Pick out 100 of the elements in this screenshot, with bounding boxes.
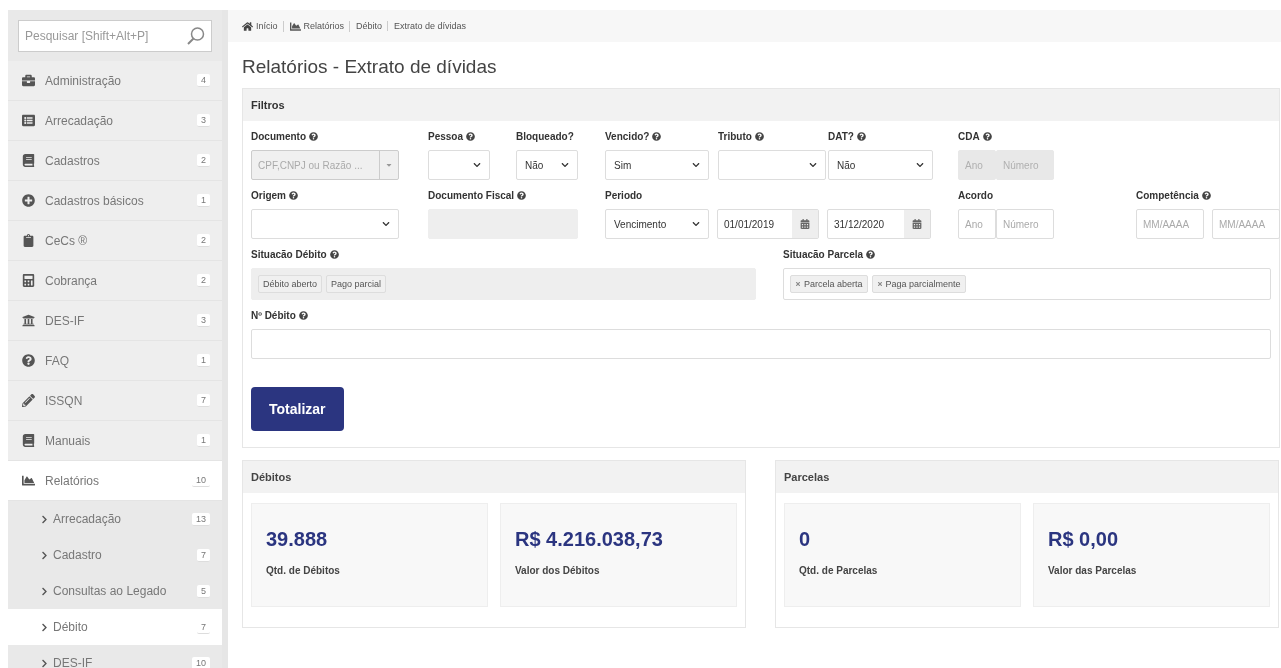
count-badge: 10 [192, 656, 210, 668]
sidebar-subitem[interactable]: DES-IF 10 [8, 645, 222, 668]
label-text: Documento [251, 131, 306, 142]
chevron-icon [692, 220, 700, 228]
help-icon[interactable] [754, 132, 764, 141]
close-icon[interactable] [795, 281, 801, 287]
tag-label: Débito aberto [263, 279, 318, 289]
count-badge: 3 [197, 114, 210, 127]
clipboard-icon [22, 234, 35, 247]
pencil-icon [22, 394, 35, 407]
help-icon [22, 354, 35, 367]
help-icon[interactable] [652, 132, 662, 141]
label-text: Documento Fiscal [428, 190, 515, 201]
chevron-icon [40, 550, 49, 560]
select-field[interactable] [428, 150, 490, 180]
sidebar-item[interactable]: Administração 4 [8, 61, 222, 101]
stat-label: Valor dos Débitos [515, 565, 601, 576]
count-badge: 7 [197, 394, 210, 407]
bank-icon [22, 314, 35, 327]
input-field[interactable]: Número [996, 209, 1054, 239]
stat-label: Qtd. de Parcelas [799, 565, 879, 576]
count-badge: 2 [197, 234, 210, 247]
sidebar-item[interactable]: DES-IF 3 [8, 301, 222, 341]
input-field[interactable]: MM/AAAA [1212, 209, 1280, 239]
select-field[interactable]: Não [516, 150, 578, 180]
date-field[interactable]: 31/12/2020 [827, 209, 931, 239]
help-icon[interactable] [466, 132, 476, 141]
breadcrumb-link[interactable]: Relatórios [289, 20, 351, 32]
chevron-icon [40, 622, 49, 632]
sidebar-item[interactable]: Manuais 1 [8, 421, 222, 461]
sidebar-subitem[interactable]: Consultas ao Legado 5 [8, 573, 222, 609]
help-icon[interactable] [1201, 191, 1211, 200]
date-field[interactable]: 01/01/2019 [717, 209, 819, 239]
select-field[interactable]: Vencimento [605, 209, 709, 239]
search-field[interactable]: Pesquisar [Shift+Alt+P] [18, 20, 212, 52]
help-icon[interactable] [298, 311, 308, 320]
sidebar-subitem[interactable]: Cadastro 7 [8, 537, 222, 573]
tag-field[interactable]: Parcela aberta Paga parcialmente [783, 268, 1271, 300]
count-badge: 3 [197, 314, 210, 327]
chevron-icon [809, 161, 817, 169]
chevron-icon [40, 658, 49, 668]
breadcrumb-link[interactable]: Débito [356, 21, 389, 31]
sidebar-item[interactable]: CeCs ® 2 [8, 221, 222, 261]
combo-placeholder: CPF,CNPJ ou Razão ... [257, 159, 364, 171]
label-text: Situacão Parcela [783, 249, 864, 260]
select-field[interactable]: Sim [605, 150, 709, 180]
help-icon[interactable] [309, 132, 318, 141]
help-icon[interactable] [289, 191, 298, 200]
count-badge: 7 [197, 548, 210, 562]
input-field[interactable] [251, 329, 1271, 359]
totalize-button[interactable]: Totalizar [251, 387, 344, 431]
label-text: Competência [1136, 190, 1199, 201]
select-field[interactable] [718, 150, 826, 180]
label-text: DAT? [828, 131, 854, 142]
sidebar-item[interactable]: FAQ 1 [8, 341, 222, 381]
calculator-icon [22, 274, 35, 287]
label-text: Pessoa [428, 131, 464, 142]
input-field[interactable]: Ano [958, 209, 996, 239]
chevron-icon [916, 161, 924, 169]
count-badge: 2 [197, 274, 210, 287]
sidebar-item[interactable]: Cobrança 2 [8, 261, 222, 301]
help-icon[interactable] [856, 132, 866, 141]
count-badge: 10 [192, 474, 210, 487]
count-badge: 1 [197, 354, 210, 367]
count-badge: 13 [192, 512, 210, 526]
panel-title: Filtros [243, 89, 1279, 121]
close-icon[interactable] [876, 281, 883, 287]
briefcase-icon [22, 74, 35, 87]
breadcrumb-link[interactable]: Extrato de dívidas [394, 21, 472, 31]
label-text: Bloqueado? [516, 131, 574, 142]
calendar-icon[interactable] [792, 210, 818, 238]
calendar-icon[interactable] [904, 210, 930, 238]
sidebar-subitem[interactable]: Arrecadação 13 [8, 501, 222, 537]
select-field[interactable]: Não [828, 150, 933, 180]
count-badge: 4 [197, 74, 210, 87]
stat-label: Valor das Parcelas [1048, 565, 1138, 576]
select-field[interactable] [251, 209, 399, 239]
label-text: Acordo [958, 190, 993, 201]
label-text: Origem [251, 190, 286, 201]
help-icon[interactable] [866, 250, 876, 259]
sidebar-item[interactable]: Cadastros básicos 1 [8, 181, 222, 221]
breadcrumb-link[interactable]: Início [242, 20, 284, 32]
input-field[interactable]: MM/AAAA [1136, 209, 1204, 239]
label-text: Nº Débito [251, 310, 296, 321]
label-text: Periodo [605, 190, 643, 201]
chevron-icon [40, 586, 49, 596]
tag-label: Pago parcial [331, 279, 382, 289]
count-badge: 1 [197, 434, 210, 447]
stat-label: Qtd. de Débitos [266, 565, 341, 576]
sidebar-item[interactable]: ISSQN 7 [8, 381, 222, 421]
sidebar-item[interactable]: Arrecadação 3 [8, 101, 222, 141]
search-icon[interactable] [186, 26, 206, 46]
stat-value: 0 [799, 528, 812, 551]
tag-label: Paga parcialmente [885, 279, 961, 289]
chart-icon [289, 20, 301, 32]
sidebar-item[interactable]: Relatórios 10 [8, 461, 222, 501]
sidebar-subitem[interactable]: Débito 7 [8, 609, 222, 645]
label-text: Situacão Débito [251, 249, 327, 260]
label-text: CDA [958, 131, 980, 142]
sidebar-item[interactable]: Cadastros 2 [8, 141, 222, 181]
